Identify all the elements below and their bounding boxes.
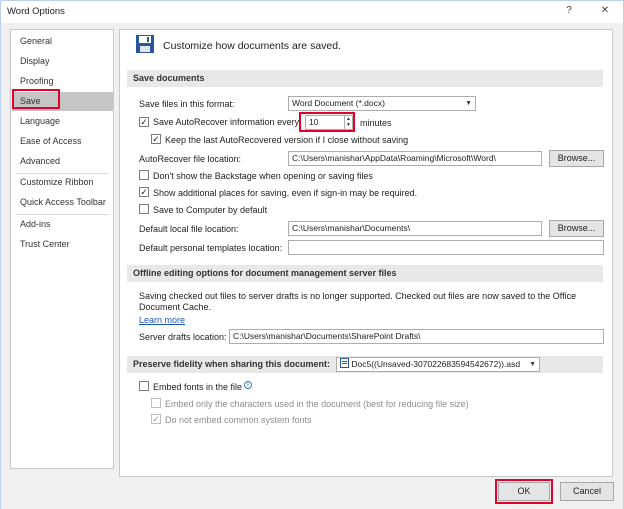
autorecover-label: Save AutoRecover information every bbox=[153, 117, 300, 127]
sidebar-item-customize-ribbon[interactable]: Customize Ribbon bbox=[12, 173, 113, 192]
server-drafts-label: Server drafts location: bbox=[139, 332, 227, 342]
embed-only-used-label: Embed only the characters used in the do… bbox=[165, 399, 469, 409]
offline-description-line2: Document Cache. bbox=[139, 302, 212, 312]
keep-last-autorecovered-checkbox[interactable]: ✓ bbox=[151, 134, 161, 144]
close-icon[interactable]: ✕ bbox=[597, 4, 613, 18]
title-bar: Word Options ? ✕ bbox=[1, 1, 623, 23]
minutes-highlight-box bbox=[299, 112, 355, 132]
autorecover-browse-button[interactable]: Browse... bbox=[549, 150, 604, 167]
no-backstage-label: Don't show the Backstage when opening or… bbox=[153, 171, 373, 181]
save-to-computer-label: Save to Computer by default bbox=[153, 205, 268, 215]
default-templates-location-label: Default personal templates location: bbox=[139, 243, 283, 253]
offline-editing-heading: Offline editing options for document man… bbox=[127, 265, 603, 282]
embed-fonts-label: Embed fonts in the file bbox=[153, 382, 243, 392]
chevron-down-icon: ▼ bbox=[529, 361, 536, 368]
save-highlight-box bbox=[12, 89, 60, 109]
embed-fonts-checkbox[interactable] bbox=[139, 381, 149, 391]
info-icon: i bbox=[244, 381, 252, 389]
embed-only-used-checkbox bbox=[151, 398, 161, 408]
autorecover-checkbox[interactable]: ✓ bbox=[139, 117, 149, 127]
document-icon bbox=[340, 358, 349, 368]
offline-description-line1: Saving checked out files to server draft… bbox=[139, 291, 577, 301]
default-templates-location-input[interactable] bbox=[288, 240, 604, 255]
word-options-dialog: Word Options ? ✕ General Display Proofin… bbox=[0, 0, 624, 509]
save-documents-heading: Save documents bbox=[127, 70, 603, 87]
page-title: Customize how documents are saved. bbox=[163, 40, 342, 52]
default-local-location-input[interactable]: C:\Users\manishar\Documents\ bbox=[288, 221, 542, 236]
ok-highlight-box bbox=[495, 479, 553, 504]
no-backstage-checkbox[interactable] bbox=[139, 170, 149, 180]
fidelity-document-dropdown[interactable]: Doc5((Unsaved-307022683594542672)).asd ▼ bbox=[336, 357, 540, 372]
sidebar-item-ease-of-access[interactable]: Ease of Access bbox=[12, 132, 113, 151]
default-local-browse-button[interactable]: Browse... bbox=[549, 220, 604, 237]
sidebar-item-display[interactable]: Display bbox=[12, 52, 113, 71]
minutes-label: minutes bbox=[360, 118, 392, 128]
default-local-location-label: Default local file location: bbox=[139, 224, 239, 234]
save-format-label: Save files in this format: bbox=[139, 99, 235, 109]
sidebar-item-language[interactable]: Language bbox=[12, 112, 113, 131]
no-common-fonts-checkbox: ✓ bbox=[151, 414, 161, 424]
preserve-fidelity-label: Preserve fidelity when sharing this docu… bbox=[133, 359, 331, 369]
save-to-computer-checkbox[interactable] bbox=[139, 204, 149, 214]
server-drafts-input[interactable]: C:\Users\manishar\Documents\SharePoint D… bbox=[229, 329, 604, 344]
floppy-disk-icon bbox=[136, 35, 154, 53]
autorecover-location-label: AutoRecover file location: bbox=[139, 154, 242, 164]
learn-more-link[interactable]: Learn more bbox=[139, 315, 185, 325]
no-common-fonts-label: Do not embed common system fonts bbox=[165, 415, 312, 425]
sidebar-item-quick-access-toolbar[interactable]: Quick Access Toolbar bbox=[12, 193, 113, 212]
fidelity-document-value: Doc5((Unsaved-307022683594542672)).asd bbox=[351, 359, 521, 369]
autorecover-location-input[interactable]: C:\Users\manishar\AppData\Roaming\Micros… bbox=[288, 151, 542, 166]
save-format-dropdown[interactable]: Word Document (*.docx) ▼ bbox=[288, 96, 476, 111]
help-icon[interactable]: ? bbox=[561, 4, 577, 18]
sidebar-item-general[interactable]: General bbox=[12, 32, 113, 51]
additional-places-checkbox[interactable]: ✓ bbox=[139, 187, 149, 197]
chevron-down-icon: ▼ bbox=[465, 100, 472, 107]
cancel-button[interactable]: Cancel bbox=[560, 482, 614, 501]
sidebar-item-add-ins[interactable]: Add-ins bbox=[12, 215, 113, 234]
save-format-value: Word Document (*.docx) bbox=[292, 98, 385, 108]
window-title: Word Options bbox=[7, 6, 65, 17]
additional-places-label: Show additional places for saving, even … bbox=[153, 188, 418, 198]
keep-last-autorecovered-label: Keep the last AutoRecovered version if I… bbox=[165, 135, 409, 145]
sidebar-item-advanced[interactable]: Advanced bbox=[12, 152, 113, 171]
sidebar-item-trust-center[interactable]: Trust Center bbox=[12, 235, 113, 254]
